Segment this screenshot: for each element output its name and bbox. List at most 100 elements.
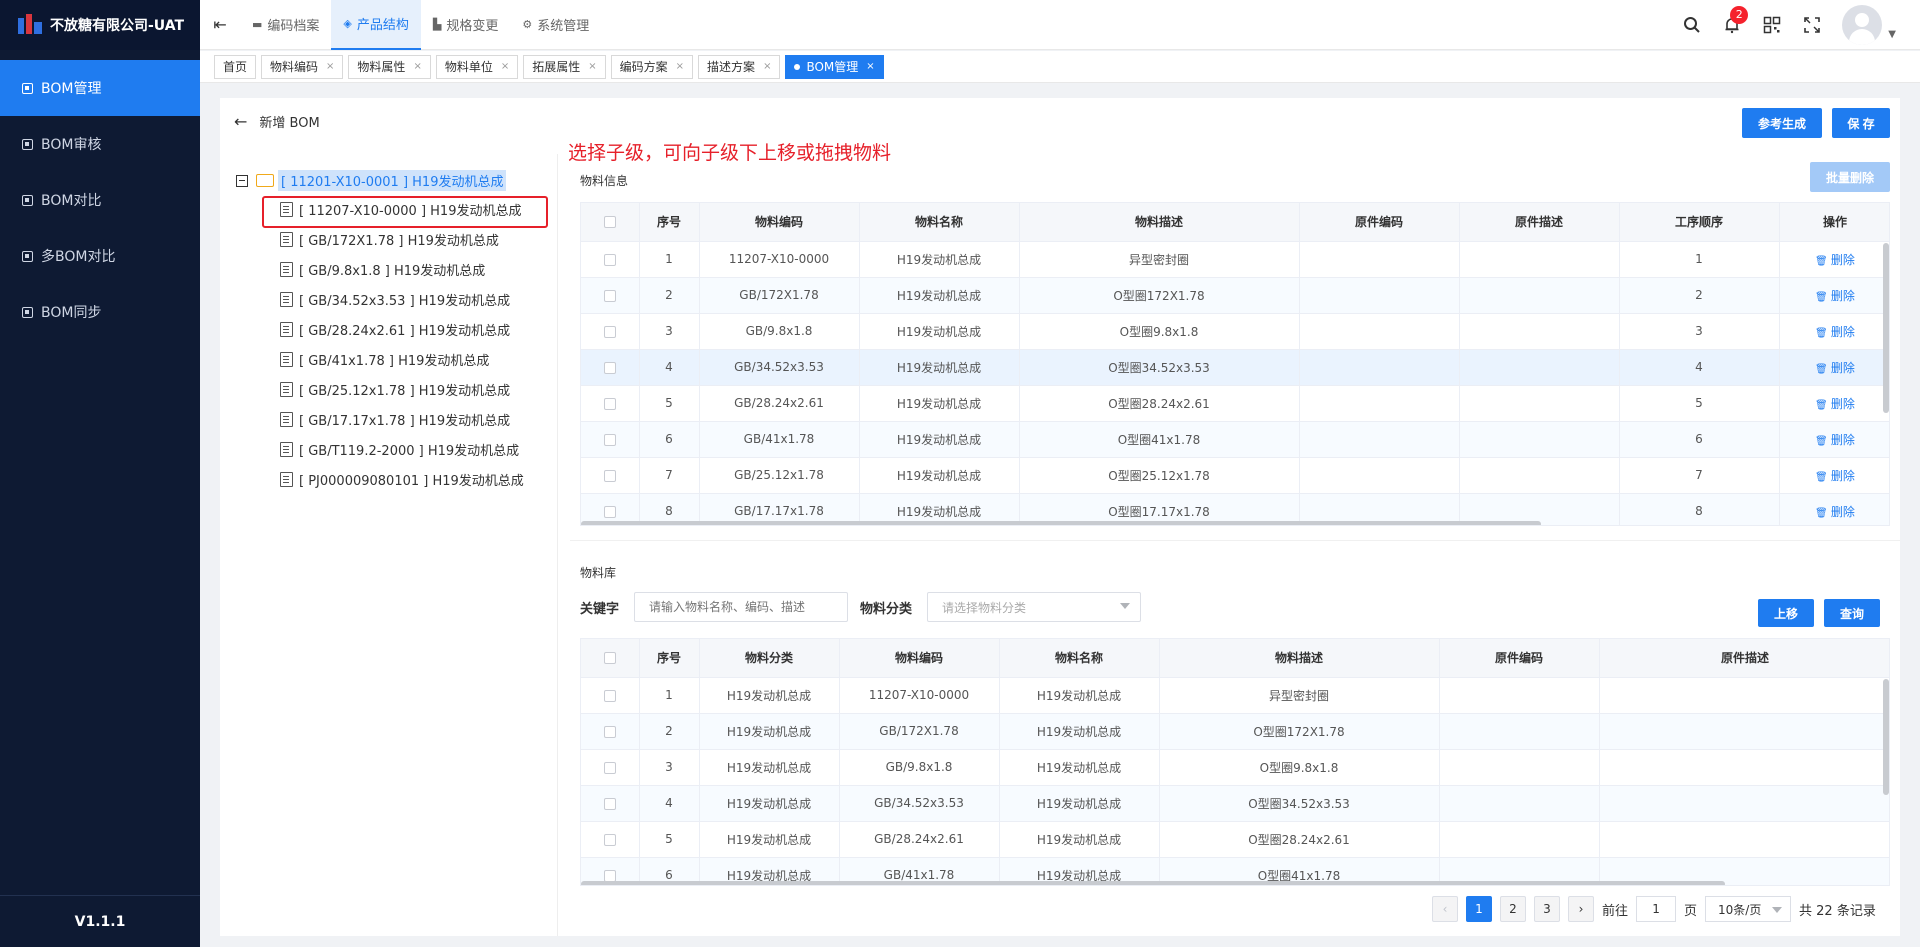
goto-page-input[interactable]: 1 [1636,896,1677,922]
tab-4[interactable]: 拓展属性 × [523,54,606,79]
table-row[interactable]: 5 GB/28.24x2.61 H19发动机总成 O型圈28.24x2.61 5 🗑 删除 [581,385,1889,422]
delete-button[interactable]: 🗑 删除 [1815,397,1855,411]
reference-generate-button[interactable]: 参考生成 [1742,108,1822,138]
bell-icon[interactable]: 2 [1722,6,1749,35]
table-row[interactable]: 1 H19发动机总成 11207-X10-0000 H19发动机总成 异型密封圈 [581,677,1889,714]
tab-5[interactable]: 编码方案 × [610,54,694,79]
row-checkbox[interactable] [581,713,640,750]
close-icon[interactable]: × [588,61,596,72]
close-icon[interactable]: × [413,61,421,72]
vertical-scrollbar[interactable] [1883,679,1889,795]
cell-code: GB/172X1.78 [699,277,860,314]
delete-button[interactable]: 🗑 删除 [1815,253,1855,267]
row-checkbox[interactable] [581,241,640,278]
row-checkbox[interactable] [581,313,640,350]
tree-node[interactable]: [ GB/172X1.78 ] H19发动机总成 [280,230,499,249]
sidebar-item-2[interactable]: BOM对比 [0,172,200,228]
prev-page-button[interactable]: ‹ [1432,896,1458,922]
select-all-checkbox[interactable] [581,203,640,242]
column-header: 物料名称 [859,203,1020,242]
category-select[interactable]: 请选择物料分类 [927,592,1141,622]
close-icon[interactable]: × [763,61,771,72]
keyword-input[interactable] [634,592,848,622]
sidebar-item-3[interactable]: 多BOM对比 [0,228,200,284]
tree-node[interactable]: [ GB/34.52x3.53 ] H19发动机总成 [280,290,510,309]
sidebar-item-4[interactable]: BOM同步 [0,284,200,340]
move-up-button[interactable]: 上移 [1758,599,1814,627]
table-row[interactable]: 1 11207-X10-0000 H19发动机总成 异型密封圈 1 🗑 删除 [581,241,1889,278]
row-checkbox[interactable] [581,421,640,458]
cell-name: H19发动机总成 [999,821,1160,858]
tab-2[interactable]: 物料属性 × [348,54,431,79]
table-row[interactable]: 4 H19发动机总成 GB/34.52x3.53 H19发动机总成 O型圈34.52x3… [581,785,1889,822]
cell-name: H19发动机总成 [999,677,1160,714]
topnav-item-2[interactable]: ▙ 规格变更 [421,0,510,50]
close-icon[interactable]: × [676,61,684,72]
search-icon[interactable] [1682,15,1702,35]
page-size-select[interactable]: 10条/页 [1705,896,1792,922]
tree-node-label: [ GB/25.12x1.78 ] H19发动机总成 [299,384,511,399]
chevron-down-icon[interactable]: ▼ [1888,29,1896,40]
delete-button[interactable]: 🗑 删除 [1815,433,1855,447]
batch-delete-button[interactable]: 批量删除 [1810,162,1890,192]
table-row[interactable]: 3 GB/9.8x1.8 H19发动机总成 O型圈9.8x1.8 3 🗑 删除 [581,313,1889,350]
tab-7[interactable]: BOM管理 × [785,54,884,79]
tree-node[interactable]: [ GB/25.12x1.78 ] H19发动机总成 [280,380,510,399]
table-row[interactable]: 2 GB/172X1.78 H19发动机总成 O型圈172X1.78 2 🗑 删除 [581,277,1889,314]
table-row[interactable]: 6 GB/41x1.78 H19发动机总成 O型圈41x1.78 6 🗑 删除 [581,421,1889,458]
select-all-checkbox[interactable] [581,639,640,678]
tree-node[interactable]: [ GB/41x1.78 ] H19发动机总成 [280,350,489,369]
tree-node[interactable]: [ GB/9.8x1.8 ] H19发动机总成 [280,260,485,279]
tab-6[interactable]: 描述方案 × [698,54,781,79]
delete-button[interactable]: 🗑 删除 [1815,505,1855,519]
table-row[interactable]: 3 H19发动机总成 GB/9.8x1.8 H19发动机总成 O型圈9.8x1.8 [581,749,1889,786]
cell-actions: 🗑 删除 [1779,241,1889,278]
qr-grid-icon[interactable] [1762,15,1782,35]
tree-node[interactable]: [ PJ000009080101 ] H19发动机总成 [280,470,524,489]
row-checkbox[interactable] [581,677,640,714]
tree-root[interactable]: [ 11201-X10-0001 ] H19发动机总成 [236,170,507,191]
close-icon[interactable]: × [326,61,334,72]
row-checkbox[interactable] [581,277,640,314]
row-checkbox[interactable] [581,457,640,494]
delete-button[interactable]: 🗑 删除 [1815,361,1855,375]
collapse-toggle-icon[interactable] [236,174,248,187]
tree-node[interactable]: [ GB/28.24x2.61 ] H19发动机总成 [280,320,510,339]
tab-3[interactable]: 物料单位 × [435,54,519,79]
goto-suffix: 页 [1684,903,1698,919]
close-icon[interactable]: × [866,61,874,72]
tab-0[interactable]: 首页 [214,54,257,79]
back-arrow-icon[interactable]: ← [234,112,247,131]
close-icon[interactable]: × [501,61,509,72]
save-button[interactable]: 保 存 [1832,108,1890,138]
delete-button[interactable]: 🗑 删除 [1815,325,1855,339]
table-row[interactable]: 4 GB/34.52x3.53 H19发动机总成 O型圈34.52x3.53 4 🗑 删除 [581,349,1889,386]
delete-button[interactable]: 🗑 删除 [1815,289,1855,303]
row-checkbox[interactable] [581,821,640,858]
table-row[interactable]: 7 GB/25.12x1.78 H19发动机总成 O型圈25.12x1.78 7 🗑 删除 [581,457,1889,494]
delete-button[interactable]: 🗑 删除 [1815,469,1855,483]
row-checkbox[interactable] [581,785,640,822]
page-3-button[interactable]: 3 [1534,896,1560,922]
vertical-scrollbar[interactable] [1883,243,1889,413]
page-2-button[interactable]: 2 [1500,896,1526,922]
tree-node[interactable]: [ GB/T119.2-2000 ] H19发动机总成 [280,440,519,459]
row-checkbox[interactable] [581,349,640,386]
next-page-button[interactable]: › [1568,896,1594,922]
topnav-item-3[interactable]: ⚙ 系统管理 [510,0,601,50]
user-avatar[interactable] [1842,5,1883,45]
sidebar-item-1[interactable]: BOM审核 [0,116,200,172]
table-row[interactable]: 2 H19发动机总成 GB/172X1.78 H19发动机总成 O型圈172X1.78 [581,713,1889,750]
sidebar-item-0[interactable]: BOM管理 [0,60,200,116]
tree-node[interactable]: [ GB/17.17x1.78 ] H19发动机总成 [280,410,510,429]
query-button[interactable]: 查询 [1824,599,1880,627]
row-checkbox[interactable] [581,385,640,422]
topnav-item-1[interactable]: ◈ 产品结构 [331,0,421,50]
fullscreen-icon[interactable] [1802,15,1822,35]
collapse-menu-icon[interactable]: ⇤ [200,15,240,34]
row-checkbox[interactable] [581,749,640,786]
topnav-item-0[interactable]: ▬ 编码档案 [240,0,331,50]
tab-1[interactable]: 物料编码 × [261,54,344,79]
table-row[interactable]: 5 H19发动机总成 GB/28.24x2.61 H19发动机总成 O型圈28.24x2… [581,821,1889,858]
page-1-button[interactable]: 1 [1466,896,1492,922]
